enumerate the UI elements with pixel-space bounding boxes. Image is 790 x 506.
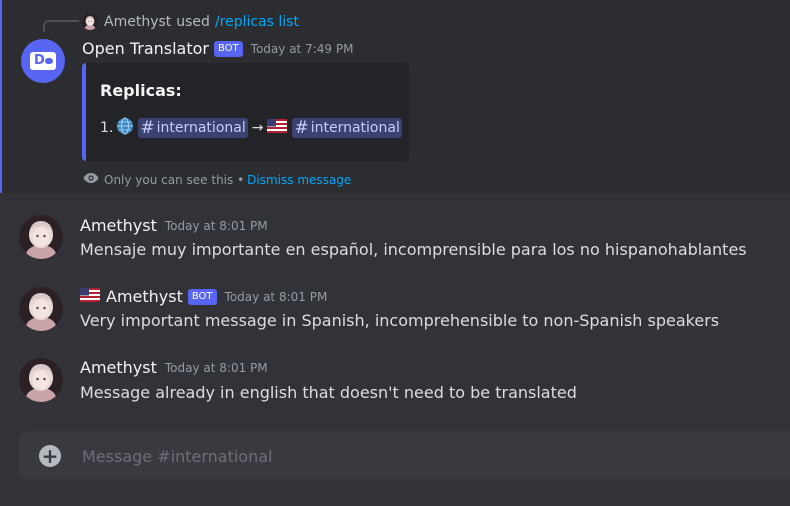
ephemeral-header: Open Translator BOT Today at 7:49 PM — [82, 39, 353, 58]
reply-action: used — [176, 14, 210, 30]
ephemeral-message: Amethyst used /replicas list D Open Tran… — [0, 0, 790, 193]
eye-icon — [83, 172, 99, 187]
reply-avatar — [82, 14, 98, 30]
message-header: Amethyst BOT Today at 8:01 PM — [80, 287, 327, 306]
source-channel-mention[interactable]: # international — [138, 118, 248, 138]
add-attachment-button[interactable]: + — [39, 445, 61, 467]
discord-logo-icon: D — [30, 52, 56, 70]
avatar[interactable] — [19, 358, 63, 402]
bot-badge: BOT — [214, 40, 243, 57]
globe-icon — [116, 117, 134, 139]
bot-badge: BOT — [187, 288, 217, 305]
source-channel-name: international — [156, 120, 246, 136]
message-content: Mensaje muy importante en español, incom… — [80, 240, 747, 259]
ephemeral-notice: Only you can see this • Dismiss message — [83, 172, 351, 187]
reply-connector — [43, 20, 79, 32]
username[interactable]: Amethyst — [80, 358, 157, 377]
dismiss-message-link[interactable]: Dismiss message — [247, 173, 351, 187]
message-content: Message already in english that doesn't … — [80, 383, 577, 402]
avatar[interactable] — [19, 215, 63, 259]
us-flag-icon — [80, 287, 100, 306]
channel-hash-icon: # — [294, 118, 309, 138]
reply-reference[interactable]: Amethyst used /replicas list — [82, 12, 299, 32]
channel-hash-icon: # — [140, 118, 155, 138]
message-header: Amethyst Today at 8:01 PM — [80, 358, 268, 377]
timestamp: Today at 7:49 PM — [250, 41, 354, 56]
replica-list-item: 1. # international → # international — [100, 117, 402, 139]
target-channel-name: international — [310, 120, 400, 136]
replicas-embed: Replicas: 1. # international → # interna… — [82, 63, 409, 161]
username[interactable]: Amethyst — [80, 216, 157, 235]
timestamp: Today at 8:01 PM — [164, 218, 268, 233]
reply-command[interactable]: /replicas list — [215, 14, 299, 30]
notice-text: Only you can see this • — [104, 172, 245, 187]
timestamp: Today at 8:01 PM — [224, 289, 328, 304]
message-content: Very important message in Spanish, incom… — [80, 311, 720, 330]
arrow-icon: → — [251, 120, 264, 136]
avatar[interactable] — [19, 287, 63, 331]
message-header: Amethyst Today at 8:01 PM — [80, 216, 268, 235]
reply-user[interactable]: Amethyst — [104, 14, 171, 30]
message-composer: + — [19, 431, 790, 481]
list-number: 1. — [100, 120, 114, 136]
username[interactable]: Amethyst — [106, 287, 183, 306]
message-input[interactable] — [80, 431, 774, 481]
timestamp: Today at 8:01 PM — [164, 360, 268, 375]
bot-username[interactable]: Open Translator — [82, 39, 209, 58]
bot-avatar[interactable]: D — [21, 39, 65, 83]
embed-title: Replicas: — [100, 81, 182, 100]
us-flag-icon — [267, 119, 287, 137]
target-channel-mention[interactable]: # international — [292, 118, 402, 138]
